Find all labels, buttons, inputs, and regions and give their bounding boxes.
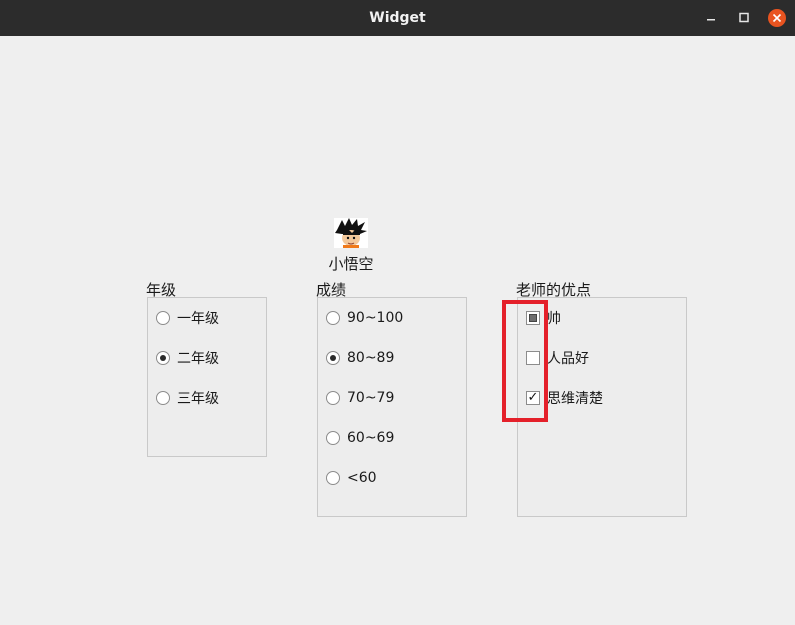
score-radio-label: 80~89 <box>347 350 395 366</box>
teacher-checkbox-label: 帅 <box>547 311 561 327</box>
grade-radio-label: 三年级 <box>177 391 219 407</box>
annotation-highlight-box <box>502 300 548 422</box>
maximize-icon <box>739 12 749 23</box>
teacher-checkbox-label: 思维清楚 <box>547 391 603 407</box>
minimize-icon <box>707 19 715 21</box>
score-radio-label: <60 <box>347 470 377 486</box>
score-radio-3[interactable]: 70~79 <box>326 387 394 409</box>
score-radio-5[interactable]: <60 <box>326 467 377 489</box>
radio-icon <box>326 311 340 325</box>
score-radio-label: 60~69 <box>347 430 395 446</box>
maximize-button[interactable] <box>734 8 754 28</box>
radio-checked-icon <box>326 351 340 365</box>
close-icon <box>768 9 786 27</box>
score-radio-label: 90~100 <box>347 310 404 326</box>
grade-radio-label: 二年级 <box>177 351 219 367</box>
grade-radio-3[interactable]: 三年级 <box>156 387 219 409</box>
minimize-button[interactable] <box>701 8 721 28</box>
grade-radio-1[interactable]: 一年级 <box>156 307 219 329</box>
avatar-name: 小悟空 <box>328 255 374 273</box>
goku-avatar <box>334 218 368 248</box>
window-title: Widget <box>369 10 426 26</box>
score-radio-2[interactable]: 80~89 <box>326 347 394 369</box>
title-bar: Widget <box>0 0 795 36</box>
radio-icon <box>156 391 170 405</box>
close-button[interactable] <box>767 8 787 28</box>
grade-radio-2[interactable]: 二年级 <box>156 347 219 369</box>
teacher-checkbox-label: 人品好 <box>547 351 589 367</box>
radio-icon <box>156 311 170 325</box>
score-radio-1[interactable]: 90~100 <box>326 307 403 329</box>
score-radio-label: 70~79 <box>347 390 395 406</box>
radio-icon <box>326 391 340 405</box>
radio-icon <box>326 431 340 445</box>
score-radio-4[interactable]: 60~69 <box>326 427 394 449</box>
radio-checked-icon <box>156 351 170 365</box>
grade-radio-label: 一年级 <box>177 311 219 327</box>
radio-icon <box>326 471 340 485</box>
